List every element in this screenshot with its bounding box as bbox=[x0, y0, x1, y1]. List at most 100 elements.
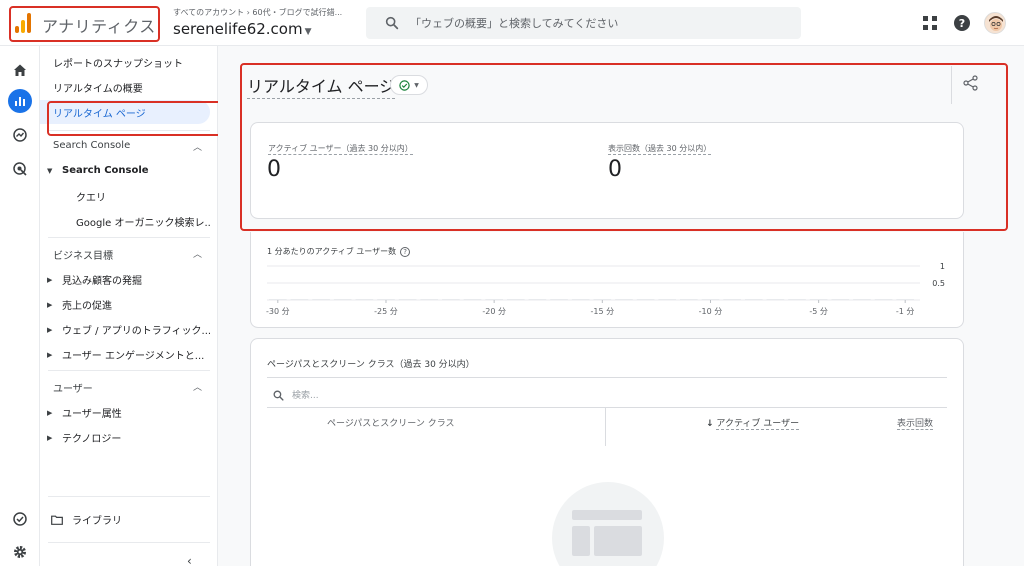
chart-bar bbox=[528, 299, 547, 300]
sort-arrow-down-icon: ↓ bbox=[706, 419, 714, 429]
x-tick-label: -15 分 bbox=[591, 307, 615, 316]
property-name: serenelife62.com bbox=[173, 20, 303, 38]
account-breadcrumb[interactable]: すべてのアカウント › 60代・ブログで試行錯... bbox=[173, 7, 342, 18]
group-label: 見込み顧客の発掘 bbox=[62, 276, 142, 287]
account-avatar[interactable] bbox=[984, 12, 1006, 34]
share-icon[interactable] bbox=[962, 74, 980, 92]
col-header-active-users[interactable]: ↓ アクティブ ユーザー bbox=[706, 416, 800, 430]
collapse-nav-chevron-icon[interactable]: ‹ bbox=[187, 554, 192, 566]
x-tick-label: -1 分 bbox=[896, 307, 915, 316]
table-search-input[interactable] bbox=[292, 388, 592, 404]
reports-sidenav: レポートのスナップショット リアルタイムの概要 リアルタイム ページ Searc… bbox=[40, 46, 218, 566]
nav-item-realtime-pages[interactable]: リアルタイム ページ bbox=[40, 100, 210, 124]
chart-bar bbox=[809, 299, 828, 300]
table-divider bbox=[267, 377, 947, 378]
nav-group-search-console[interactable]: ▼ Search Console bbox=[40, 165, 210, 176]
nav-group-engagement[interactable]: ▶ ユーザー エンゲージメントと... bbox=[40, 347, 210, 363]
configure-check-icon bbox=[13, 512, 27, 526]
x-tick-label: -25 分 bbox=[374, 307, 398, 316]
collapsed-triangle-icon: ▶ bbox=[47, 300, 53, 309]
rail-reports[interactable] bbox=[8, 89, 32, 113]
help-icon[interactable]: ? bbox=[952, 13, 972, 33]
table-search[interactable] bbox=[267, 384, 947, 408]
chart-bar bbox=[896, 299, 914, 300]
property-selector[interactable]: serenelife62.com ▼ bbox=[173, 20, 312, 38]
advertising-target-icon bbox=[13, 162, 27, 176]
apps-grid-icon[interactable] bbox=[920, 13, 940, 33]
x-tick-label: -30 分 bbox=[266, 307, 290, 316]
rail-home[interactable] bbox=[8, 58, 32, 82]
group-label: Search Console bbox=[62, 165, 149, 176]
svg-text:?: ? bbox=[959, 17, 965, 30]
chart-bar bbox=[506, 299, 525, 300]
reports-bar-chart-icon bbox=[15, 97, 25, 106]
main-content: リアルタイム ページ ▼ アクティブ ユーザー（過去 30 分以内） 0 表示回… bbox=[218, 46, 1024, 566]
caret-down-icon: ▼ bbox=[414, 81, 419, 89]
top-app-bar: アナリティクス すべてのアカウント › 60代・ブログで試行錯... seren… bbox=[0, 0, 1024, 46]
rail-explore[interactable] bbox=[8, 123, 32, 147]
search-icon bbox=[385, 16, 399, 30]
avatar-face-icon bbox=[985, 13, 1005, 33]
section-label: Search Console bbox=[53, 140, 131, 151]
table-title: ページパスとスクリーン クラス（過去 30 分以内） bbox=[267, 360, 475, 370]
highlight-box-logo bbox=[9, 6, 160, 42]
nav-section-search-console[interactable]: Search Console ︿ bbox=[40, 140, 210, 153]
help-circle-icon[interactable]: ? bbox=[400, 246, 411, 257]
rail-configure[interactable] bbox=[8, 507, 32, 531]
rail-admin[interactable] bbox=[8, 540, 32, 564]
chart-bar bbox=[398, 299, 417, 300]
home-icon bbox=[14, 64, 26, 76]
group-label: テクノロジー bbox=[62, 434, 122, 445]
metric-value-active-users: 0 bbox=[267, 157, 281, 182]
group-label: ユーザー属性 bbox=[62, 409, 122, 420]
y-tick-label: 1 bbox=[940, 262, 945, 271]
collapsed-triangle-icon: ▶ bbox=[47, 275, 53, 284]
metric-label-active-users: アクティブ ユーザー（過去 30 分以内） bbox=[268, 144, 413, 155]
nav-item-organic-search[interactable]: Google オーガニック検索レ... bbox=[40, 214, 210, 229]
nav-group-demographics[interactable]: ▶ ユーザー属性 bbox=[40, 405, 210, 421]
folder-icon bbox=[51, 515, 63, 525]
chevron-up-icon: ︿ bbox=[192, 250, 202, 260]
nav-item-label: リアルタイムの概要 bbox=[53, 83, 143, 95]
nav-item-realtime-overview[interactable]: リアルタイムの概要 bbox=[40, 75, 210, 99]
nav-group-drive-sales[interactable]: ▶ 売上の促進 bbox=[40, 297, 210, 313]
nav-group-traffic[interactable]: ▶ ウェブ / アプリのトラフィック... bbox=[40, 322, 210, 338]
nav-divider bbox=[48, 237, 210, 238]
status-chip[interactable]: ▼ bbox=[390, 75, 428, 95]
chart-bar bbox=[744, 299, 763, 300]
x-tick-label: -5 分 bbox=[809, 307, 828, 316]
nav-section-business-goals[interactable]: ビジネス目標 ︿ bbox=[40, 247, 210, 262]
section-label: ユーザー bbox=[53, 384, 93, 395]
chart-bar bbox=[333, 299, 352, 300]
col-header-views[interactable]: 表示回数 bbox=[897, 416, 934, 430]
chart-bar bbox=[723, 299, 741, 300]
rail-advertising[interactable] bbox=[8, 157, 32, 181]
page-title: リアルタイム ページ bbox=[247, 73, 396, 99]
nav-item-queries[interactable]: クエリ bbox=[40, 189, 210, 204]
header-divider bbox=[951, 66, 952, 104]
nav-divider bbox=[48, 370, 210, 371]
search-bar[interactable] bbox=[366, 7, 801, 39]
nav-divider bbox=[48, 542, 210, 543]
col-header-page-path[interactable]: ページパスとスクリーン クラス bbox=[327, 416, 455, 429]
collapsed-triangle-icon: ▶ bbox=[47, 433, 53, 442]
nav-item-label: ライブラリ bbox=[72, 516, 122, 527]
nav-section-user[interactable]: ユーザー ︿ bbox=[40, 380, 210, 395]
nav-group-tech[interactable]: ▶ テクノロジー bbox=[40, 430, 210, 446]
search-input[interactable] bbox=[410, 7, 790, 39]
collapsed-triangle-icon: ▶ bbox=[47, 325, 53, 334]
chevron-up-icon: ︿ bbox=[192, 383, 202, 393]
nav-group-lead-gen[interactable]: ▶ 見込み顧客の発掘 bbox=[40, 272, 210, 288]
nav-item-snapshot[interactable]: レポートのスナップショット bbox=[40, 50, 210, 74]
y-tick-label: 0.5 bbox=[932, 279, 945, 288]
chart-bar bbox=[701, 299, 720, 300]
chart-bar bbox=[831, 299, 850, 300]
active-users-per-minute-chart[interactable]: 1 0.5 -30 分 -25 分 -20 分 -15 分 -10 分 -5 分 -1 分 bbox=[266, 260, 956, 326]
chart-bar bbox=[874, 299, 893, 300]
nav-item-library[interactable]: ライブラリ bbox=[40, 512, 210, 527]
caret-down-icon: ▼ bbox=[304, 27, 312, 37]
check-circle-icon bbox=[399, 79, 410, 91]
chart-bar bbox=[269, 299, 287, 300]
chart-bar bbox=[788, 299, 806, 300]
metrics-card: アクティブ ユーザー（過去 30 分以内） 0 表示回数（過去 30 分以内） … bbox=[250, 122, 964, 219]
